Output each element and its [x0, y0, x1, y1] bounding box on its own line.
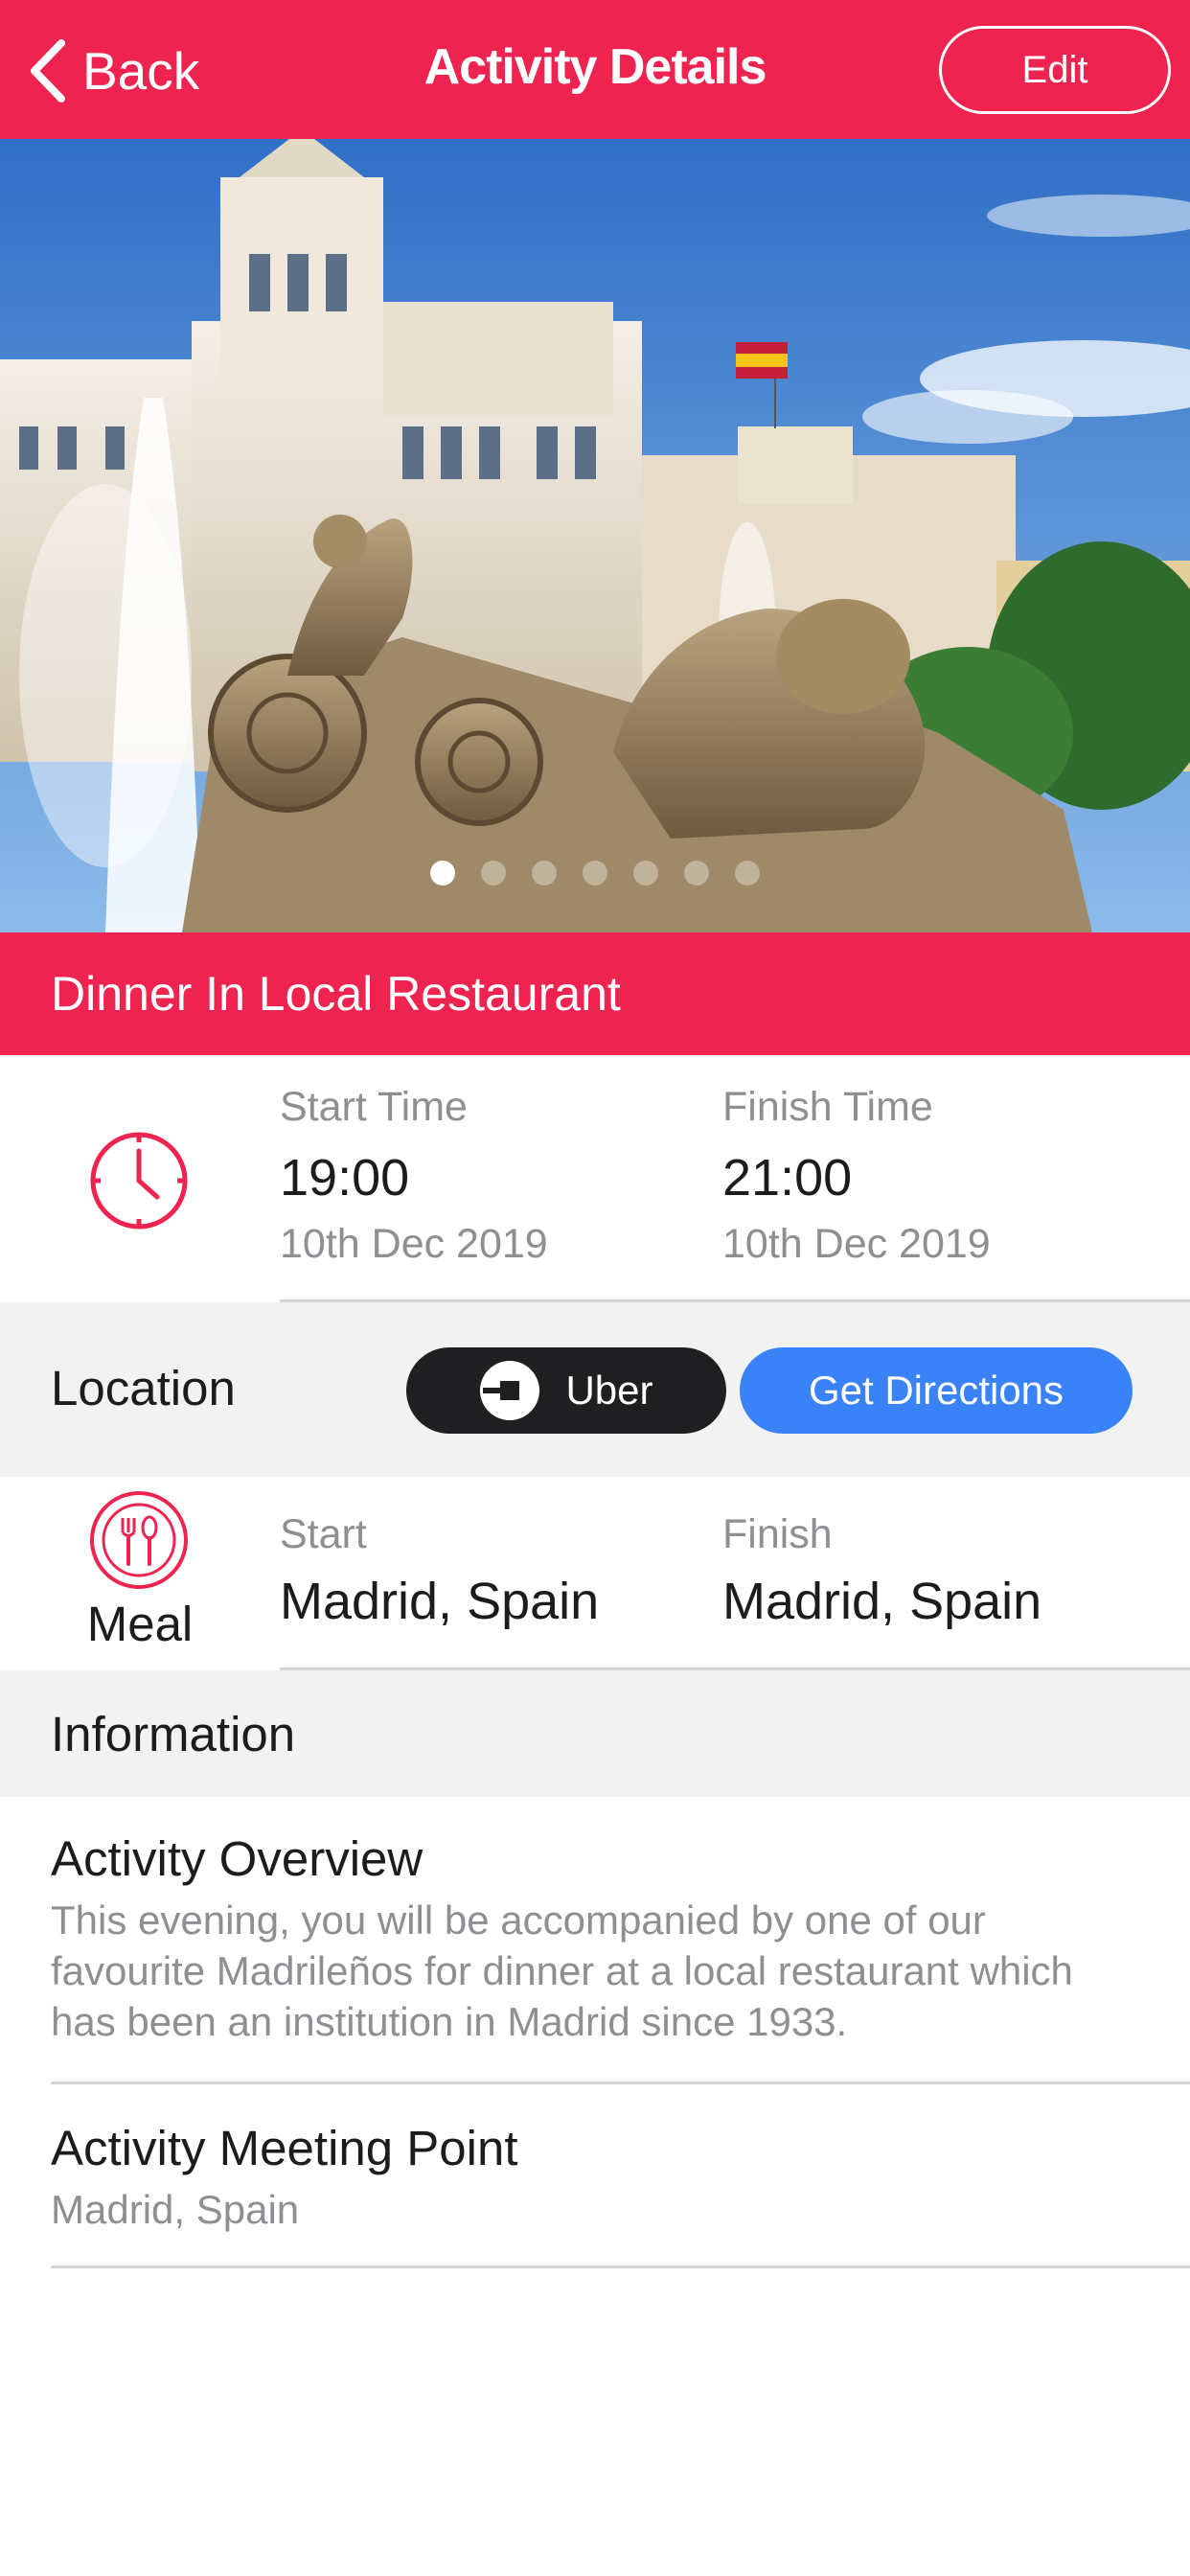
- information-label: Information: [51, 1706, 296, 1761]
- edit-button[interactable]: Edit: [939, 26, 1171, 114]
- activity-name: Dinner In Local Restaurant: [51, 967, 621, 1021]
- activity-overview-text: This evening, you will be accompanied by…: [51, 1898, 1073, 2044]
- start-date-value: 10th Dec 2019: [280, 1221, 548, 1267]
- page-dot[interactable]: [583, 861, 607, 886]
- finish-time-value: 21:00: [722, 1149, 853, 1207]
- finish-location-block: Finish Madrid, Spain: [722, 1511, 1041, 1631]
- page-dot[interactable]: [684, 861, 709, 886]
- finish-time-block: Finish Time 21:00 10th Dec 2019: [722, 1084, 991, 1268]
- activity-photo-carousel[interactable]: [0, 139, 1190, 932]
- clock-icon: [90, 1132, 188, 1230]
- meeting-point-text: Madrid, Spain: [51, 2187, 300, 2232]
- page-dot[interactable]: [481, 861, 506, 886]
- start-location-block: Start Madrid, Spain: [280, 1511, 599, 1631]
- finish-time-label: Finish Time: [722, 1084, 933, 1130]
- start-time-label: Start Time: [280, 1084, 468, 1130]
- page-dot[interactable]: [633, 861, 658, 886]
- page-dot[interactable]: [532, 861, 557, 886]
- divider: [51, 2266, 1190, 2268]
- nav-bar: Back Activity Details Edit: [0, 0, 1190, 139]
- finish-location-label: Finish: [722, 1511, 833, 1557]
- finish-location-value: Madrid, Spain: [722, 1573, 1042, 1630]
- start-location-label: Start: [280, 1511, 367, 1557]
- start-time-block: Start Time 19:00 10th Dec 2019: [280, 1084, 548, 1268]
- cibeles-fountain-photo: [0, 139, 1190, 932]
- start-time-value: 19:00: [280, 1149, 410, 1207]
- location-header: Location Uber Get Directions: [0, 1302, 1190, 1477]
- meeting-point-section: Activity Meeting Point Madrid, Spain: [51, 2120, 1190, 2235]
- information-header: Information: [0, 1670, 1190, 1797]
- page-dot[interactable]: [735, 861, 760, 886]
- uber-label: Uber: [565, 1368, 653, 1413]
- carousel-page-indicator[interactable]: [0, 861, 1190, 886]
- page-dot[interactable]: [430, 861, 455, 886]
- category-label: Meal: [86, 1597, 194, 1651]
- time-section: Start Time 19:00 10th Dec 2019 Finish Ti…: [0, 1055, 1190, 1302]
- activity-name-banner: Dinner In Local Restaurant: [0, 932, 1190, 1055]
- meeting-point-title: Activity Meeting Point: [51, 2121, 518, 2175]
- start-location-value: Madrid, Spain: [280, 1573, 600, 1630]
- finish-date-value: 10th Dec 2019: [722, 1221, 991, 1267]
- location-details: Meal Start Madrid, Spain Finish Madrid, …: [0, 1477, 1190, 1670]
- divider: [51, 2082, 1190, 2084]
- cutlery-icon: [90, 1491, 188, 1589]
- get-directions-button[interactable]: Get Directions: [740, 1347, 1133, 1434]
- location-label: Location: [51, 1361, 236, 1415]
- uber-button[interactable]: Uber: [406, 1347, 726, 1434]
- activity-overview-section: Activity Overview This evening, you will…: [51, 1830, 1190, 2047]
- uber-logo-icon: [480, 1361, 540, 1420]
- activity-overview-title: Activity Overview: [51, 1831, 423, 1886]
